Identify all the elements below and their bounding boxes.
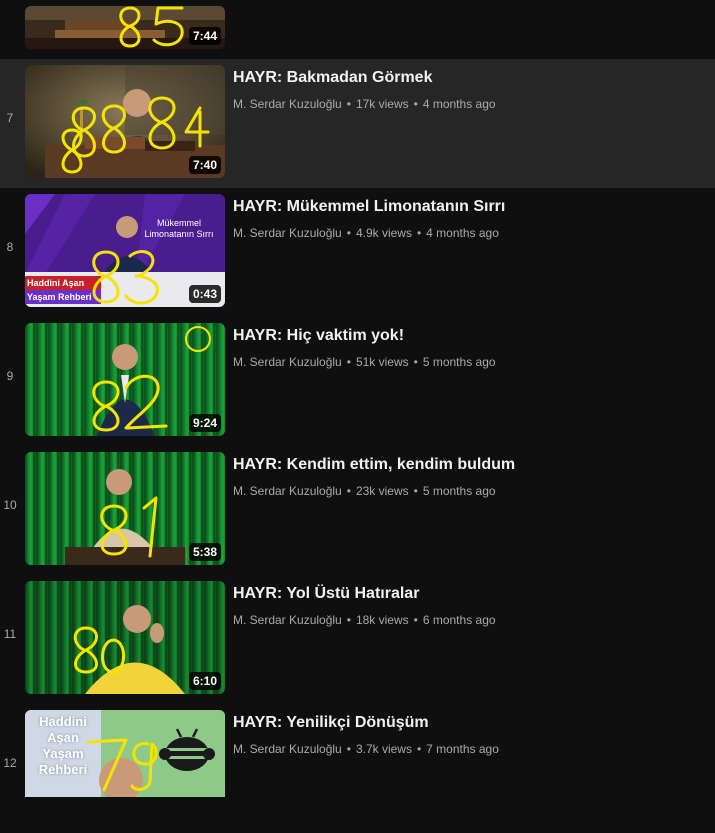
video-meta: M. Serdar Kuzuloğlu • 4.9k views • 4 months … bbox=[233, 225, 499, 241]
video-title[interactable]: HAYR: Yol Üstü Hatıralar bbox=[233, 583, 703, 605]
upload-age: 4 months ago bbox=[426, 226, 499, 240]
meta-separator: • bbox=[416, 226, 422, 240]
video-duration: 5:38 bbox=[188, 543, 221, 561]
playlist-item[interactable]: 10 5:38 HAYR: Kendim ettim, kendim buldu… bbox=[0, 446, 715, 575]
video-thumbnail[interactable]: 9:24 bbox=[25, 323, 225, 436]
video-duration: 9:24 bbox=[188, 414, 221, 432]
playlist-item[interactable]: 9 9:24 HAYR: Hiç vaktim yok! M. Serdar K… bbox=[0, 317, 715, 446]
meta-separator: • bbox=[416, 742, 422, 756]
video-meta: M. Serdar Kuzuloğlu • 23k views • 5 months a… bbox=[233, 483, 496, 499]
playlist-item-index: 10 bbox=[3, 498, 17, 512]
view-count: 17k views bbox=[355, 97, 409, 111]
playlist-item-index: 9 bbox=[6, 369, 14, 383]
channel-name[interactable]: M. Serdar Kuzuloğlu bbox=[233, 484, 342, 498]
thumbnail-text-line: Rehberi bbox=[38, 762, 88, 777]
playlist-item-index: 12 bbox=[3, 756, 17, 770]
video-title[interactable]: HAYR: Yenilikçi Dönüşüm bbox=[233, 712, 703, 734]
video-thumbnail[interactable]: 7:44 bbox=[25, 6, 225, 49]
video-duration: 0:43 bbox=[188, 285, 221, 303]
thumbnail-badge: Haddini Aşan Yaşam Rehberi bbox=[27, 276, 92, 304]
video-title[interactable]: HAYR: Bakmadan Görmek bbox=[233, 67, 703, 89]
playlist-item-index: 7 bbox=[6, 111, 14, 125]
video-title[interactable]: HAYR: Kendim ettim, kendim buldum bbox=[233, 454, 703, 476]
upload-age: 5 months ago bbox=[422, 355, 496, 369]
playlist-item[interactable]: 11 6:10 HAYR: Yol Üstü Hatıralar M. Serd… bbox=[0, 575, 715, 704]
playlist-item[interactable]: 12 Haddini Aşan Yaşam Rehberi HAYR: Yeni… bbox=[0, 704, 715, 833]
channel-name[interactable]: M. Serdar Kuzuloğlu bbox=[233, 226, 342, 240]
upload-age: 7 months ago bbox=[426, 742, 499, 756]
thumbnail-text-line: Haddini bbox=[39, 714, 87, 729]
video-duration: 7:44 bbox=[188, 27, 221, 45]
view-count: 18k views bbox=[355, 613, 409, 627]
playlist-item[interactable]: 7 7:40 HAYR: Bakmadan Görmek M. Serdar K… bbox=[0, 59, 715, 188]
thumbnail-text-line: Mükemmel bbox=[156, 218, 201, 228]
meta-separator: • bbox=[346, 355, 351, 369]
video-thumbnail[interactable]: Haddini Aşan Yaşam Rehberi bbox=[25, 710, 225, 797]
meta-separator: • bbox=[346, 226, 351, 240]
upload-age: 4 months ago bbox=[422, 97, 496, 111]
thumbnail-overlay-text: Mükemmel Limonatanın Sırrı bbox=[139, 218, 219, 240]
thumbnail-overlay-text: Haddini Aşan Yaşam Rehberi bbox=[29, 714, 97, 778]
channel-name[interactable]: M. Serdar Kuzuloğlu bbox=[233, 613, 342, 627]
meta-separator: • bbox=[413, 613, 418, 627]
channel-name[interactable]: M. Serdar Kuzuloğlu bbox=[233, 742, 342, 756]
meta-separator: • bbox=[413, 355, 418, 369]
video-duration: 7:40 bbox=[188, 156, 221, 174]
view-count: 51k views bbox=[355, 355, 409, 369]
video-meta: M. Serdar Kuzuloğlu • 18k views • 6 months a… bbox=[233, 612, 496, 628]
video-meta: M. Serdar Kuzuloğlu • 3.7k views • 7 months … bbox=[233, 741, 499, 757]
playlist-panel: 7:44 7 7:40 HAYR: Bakmadan Görmek M. Ser… bbox=[0, 0, 715, 797]
video-title[interactable]: HAYR: Mükemmel Limonatanın Sırrı bbox=[233, 196, 703, 218]
meta-separator: • bbox=[413, 97, 418, 111]
thumbnail-badge-line: Haddini Aşan bbox=[27, 278, 85, 288]
video-thumbnail[interactable]: 5:38 bbox=[25, 452, 225, 565]
meta-separator: • bbox=[346, 613, 351, 627]
playlist-item-index: 11 bbox=[3, 627, 17, 641]
video-thumbnail[interactable]: 7:40 bbox=[25, 65, 225, 178]
meta-separator: • bbox=[346, 742, 351, 756]
view-count: 4.9k views bbox=[355, 226, 412, 240]
playlist-item[interactable]: 8 Mükemmel Limonatanın Sırrı Haddini Aşa… bbox=[0, 188, 715, 317]
video-meta: M. Serdar Kuzuloğlu • 17k views • 4 months a… bbox=[233, 96, 496, 112]
meta-separator: • bbox=[346, 97, 351, 111]
view-count: 23k views bbox=[355, 484, 409, 498]
video-thumbnail[interactable]: 6:10 bbox=[25, 581, 225, 694]
thumbnail-text-line: Aşan bbox=[47, 730, 79, 745]
channel-name[interactable]: M. Serdar Kuzuloğlu bbox=[233, 355, 342, 369]
meta-separator: • bbox=[413, 484, 418, 498]
thumbnail-text-line: Yaşam bbox=[42, 746, 84, 761]
video-meta: M. Serdar Kuzuloğlu • 51k views • 5 months a… bbox=[233, 354, 496, 370]
thumbnail-badge-line: Yaşam Rehberi bbox=[27, 292, 92, 302]
playlist-item-index: 8 bbox=[6, 240, 14, 254]
upload-age: 5 months ago bbox=[422, 484, 496, 498]
video-thumbnail[interactable]: Mükemmel Limonatanın Sırrı Haddini Aşan … bbox=[25, 194, 225, 307]
upload-age: 6 months ago bbox=[422, 613, 496, 627]
thumbnail-text-line: Limonatanın Sırrı bbox=[144, 229, 214, 239]
channel-name[interactable]: M. Serdar Kuzuloğlu bbox=[233, 97, 342, 111]
meta-separator: • bbox=[346, 484, 351, 498]
video-title[interactable]: HAYR: Hiç vaktim yok! bbox=[233, 325, 703, 347]
view-count: 3.7k views bbox=[355, 742, 412, 756]
video-duration: 6:10 bbox=[188, 672, 221, 690]
